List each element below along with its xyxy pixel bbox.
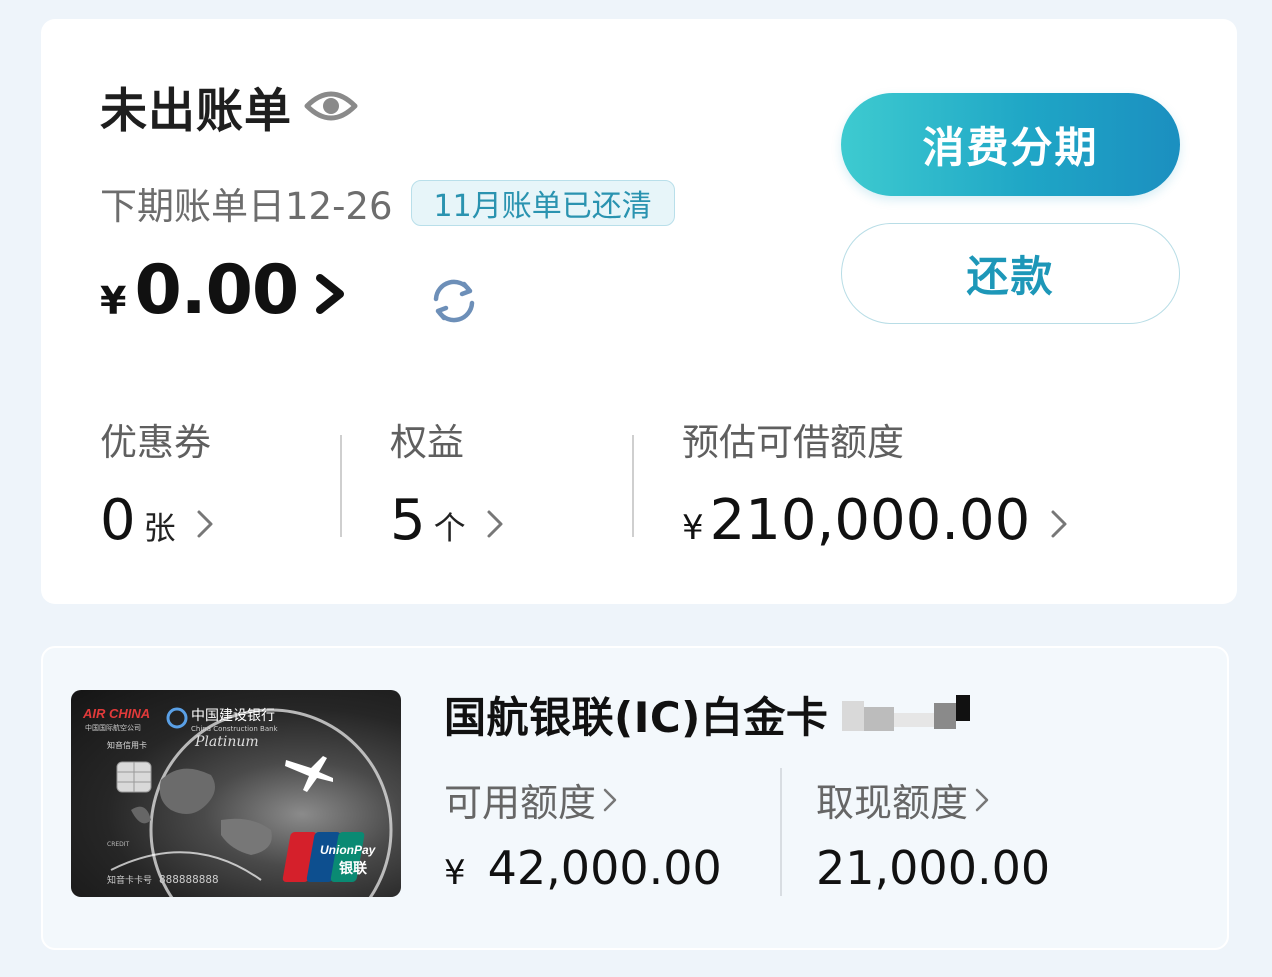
- loan-limit-label: 预估可借额度: [682, 421, 904, 464]
- divider: [780, 768, 782, 896]
- available-limit-label: 可用额度: [444, 781, 597, 825]
- unionpay-logo: UnionPay 银联: [282, 832, 377, 882]
- refresh-icon[interactable]: [428, 277, 480, 325]
- loan-limit-stat[interactable]: 预估可借额度 ¥ 210,000.00: [682, 412, 1070, 553]
- available-limit-value: 42,000.00: [487, 841, 722, 895]
- bill-info-row: 下期账单日12-26 11月账单已还清: [100, 176, 675, 230]
- eye-icon[interactable]: [304, 86, 358, 126]
- card-bank-text: 中国建设银行: [191, 708, 275, 724]
- benefits-count: 5: [390, 488, 426, 553]
- divider: [632, 435, 634, 537]
- chevron-right-icon: [975, 788, 989, 811]
- available-limit[interactable]: 可用额度 ¥ 42,000.00: [444, 772, 722, 895]
- coupons-unit: 张: [143, 509, 176, 547]
- card-airline-text: AIR CHINA: [82, 706, 150, 721]
- benefits-stat[interactable]: 权益 5 个: [390, 412, 506, 553]
- masked-card-number: [842, 694, 971, 731]
- coupons-count: 0: [100, 488, 136, 553]
- card-type-text: 知音信用卡: [107, 740, 147, 750]
- cash-limit-value: 21,000.00: [816, 841, 1051, 895]
- benefits-label: 权益: [390, 421, 464, 464]
- title-row: 未出账单: [100, 71, 358, 141]
- unbilled-card: 未出账单 下期账单日12-26 11月账单已还清 ¥ 0.00 消费分期 还款 …: [41, 19, 1237, 604]
- status-badge: 11月账单已还清: [410, 180, 675, 226]
- card-image[interactable]: AIR CHINA 中国国际航空公司 中国建设银行 China Construc…: [71, 690, 401, 897]
- card-no-text: 888888888: [159, 873, 219, 886]
- chevron-right-icon: [1051, 510, 1067, 537]
- divider: [340, 435, 342, 537]
- chevron-right-icon: [487, 510, 503, 537]
- card-name-row: 国航银联(IC)白金卡: [444, 684, 974, 745]
- coupons-stat[interactable]: 优惠券 0 张: [100, 412, 216, 553]
- card-airline-cn-text: 中国国际航空公司: [85, 723, 141, 732]
- cash-limit[interactable]: 取现额度 21,000.00: [816, 772, 1050, 895]
- benefits-unit: 个: [433, 509, 466, 547]
- unbilled-amount: 0.00: [134, 251, 299, 330]
- credit-card-panel[interactable]: AIR CHINA 中国国际航空公司 中国建设银行 China Construc…: [41, 646, 1229, 950]
- currency-symbol: ¥: [444, 853, 466, 893]
- card-credit-text: CREDIT: [107, 841, 130, 848]
- installment-button[interactable]: 消费分期: [841, 93, 1180, 196]
- card-artwork: AIR CHINA 中国国际航空公司 中国建设银行 China Construc…: [82, 706, 393, 897]
- card-tier-text: Platinum: [194, 734, 259, 750]
- next-bill-date: 下期账单日12-26: [100, 185, 393, 228]
- repay-button[interactable]: 还款: [841, 223, 1180, 324]
- page-title: 未出账单: [100, 83, 292, 139]
- card-bank-en-text: China Construction Bank: [191, 725, 279, 733]
- chevron-right-icon: [603, 788, 617, 811]
- unbilled-amount-link[interactable]: ¥ 0.00: [100, 251, 348, 330]
- unionpay-cn-text: 银联: [339, 860, 368, 877]
- card-name: 国航银联(IC)白金卡: [444, 693, 829, 742]
- currency-symbol: ¥: [682, 508, 704, 548]
- currency-symbol: ¥: [100, 278, 127, 323]
- loan-limit-value: 210,000.00: [709, 488, 1031, 553]
- card-no-label: 知音卡卡号: [107, 874, 152, 886]
- coupons-label: 优惠券: [100, 421, 211, 464]
- unionpay-text: UnionPay: [320, 843, 377, 857]
- chevron-right-icon: [197, 510, 213, 537]
- cash-limit-label: 取现额度: [816, 781, 969, 825]
- chevron-right-icon: [316, 273, 345, 314]
